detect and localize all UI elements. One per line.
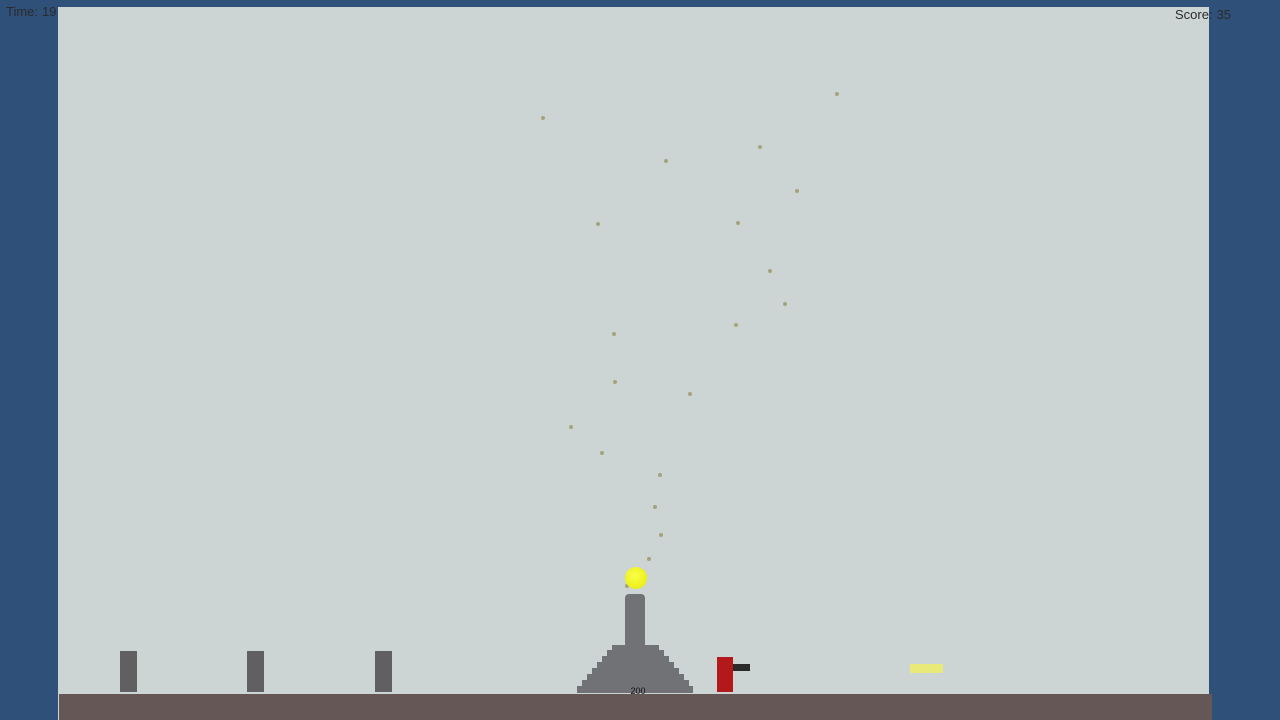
energy-orb — [625, 567, 647, 589]
tower-health-label: 200 — [630, 686, 646, 696]
enemy-gun — [733, 664, 750, 671]
tower-shape — [577, 594, 693, 693]
pickup-item[interactable] — [910, 664, 943, 673]
enemy-body — [717, 657, 733, 692]
game-stage: Time: 19 Score: 35 200 — [0, 0, 1280, 720]
